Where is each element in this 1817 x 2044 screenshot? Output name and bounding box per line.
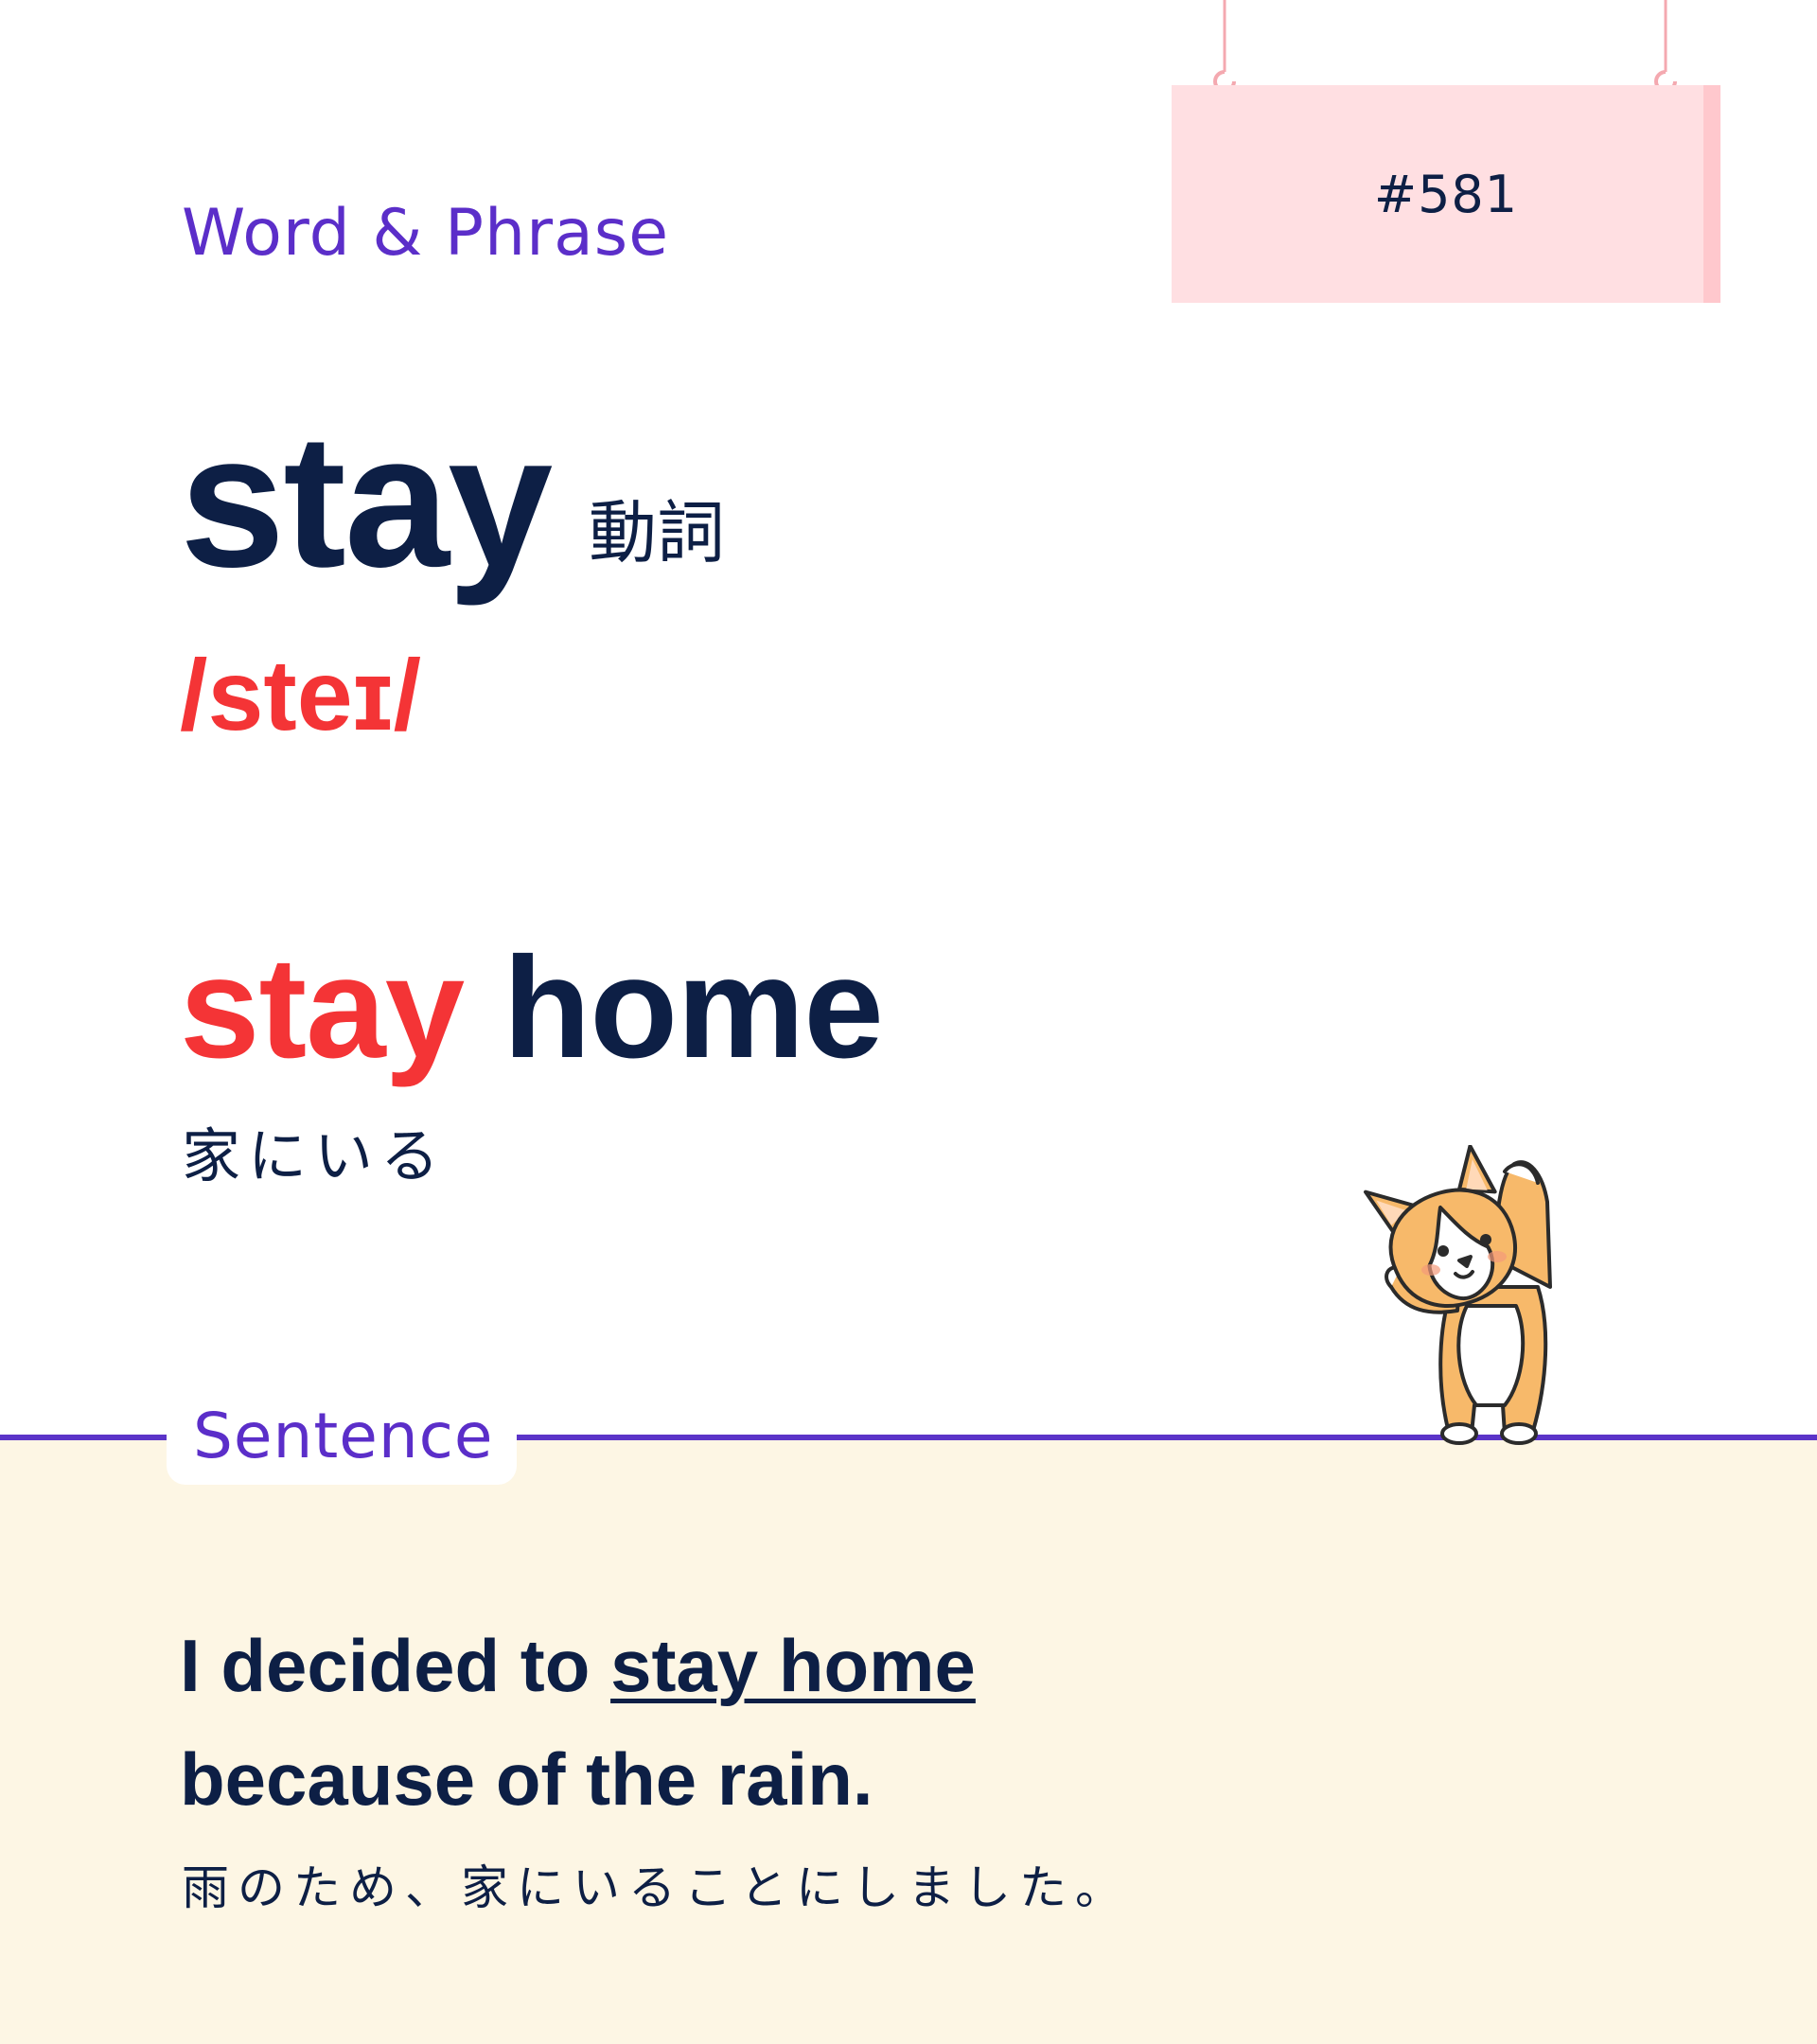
sentence-text: I decided to <box>180 1624 611 1707</box>
corgi-mascot-icon <box>1364 1145 1552 1445</box>
phrase-translation: 家にいる <box>182 1121 448 1190</box>
example-sentence-line1: I decided to stay home <box>180 1609 976 1722</box>
phrase: stay home <box>180 927 884 1088</box>
sentence-target-phrase: stay home <box>610 1624 976 1707</box>
phrase-rest: home <box>464 927 883 1088</box>
entry-number: #581 <box>1373 164 1519 224</box>
phrase-highlight: stay <box>180 927 465 1088</box>
sentence-translation: 雨のため、家にいることにしました。 <box>182 1860 1131 1915</box>
pronunciation: /steɪ/ <box>180 640 422 751</box>
section-label-sentence: Sentence <box>193 1400 494 1472</box>
example-sentence-line2: because of the rain. <box>180 1737 873 1821</box>
part-of-speech: 動詞 <box>589 493 726 573</box>
example-sentence: I decided to stay home because of the ra… <box>180 1609 976 1836</box>
section-label-word-phrase: Word & Phrase <box>182 196 670 271</box>
headword: stay <box>180 396 553 607</box>
